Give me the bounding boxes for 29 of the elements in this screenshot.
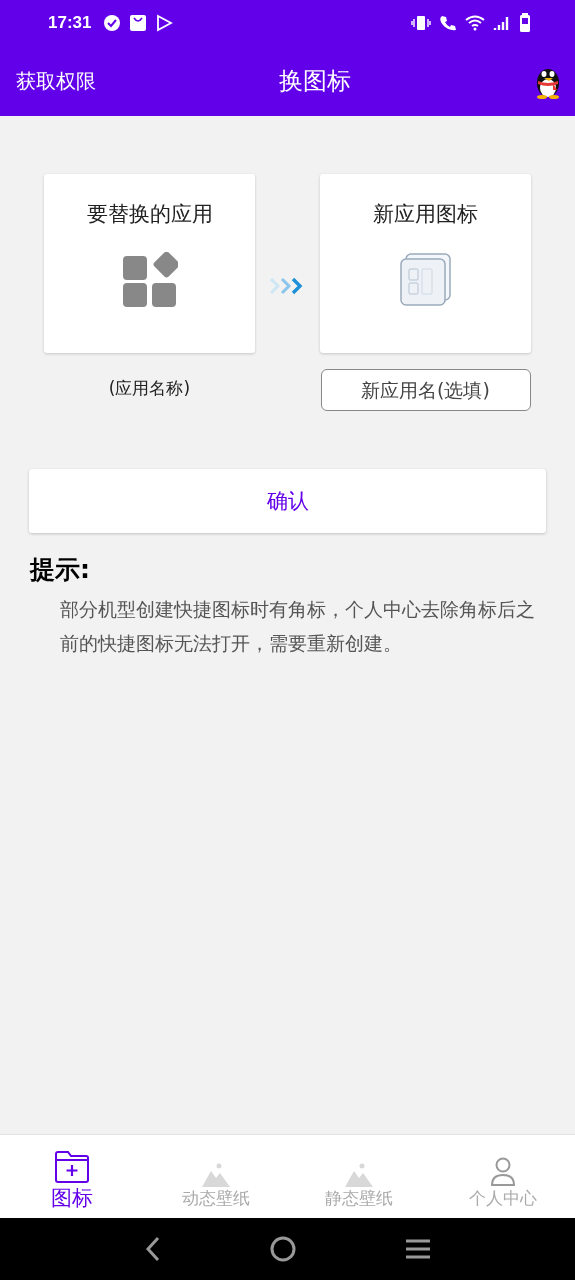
confirm-button[interactable]: 确认 bbox=[29, 469, 546, 533]
phone-icon bbox=[439, 14, 457, 32]
status-time: 17:31 bbox=[48, 13, 92, 33]
menu-icon[interactable] bbox=[403, 1238, 432, 1260]
mountain-icon bbox=[200, 1163, 231, 1187]
battery-icon bbox=[519, 13, 531, 33]
new-app-name-field[interactable]: 新应用名(选填) bbox=[320, 369, 531, 411]
nav-tab[interactable]: 图标 bbox=[0, 1135, 144, 1218]
app-grid-icon bbox=[121, 252, 178, 308]
folder-plus-icon bbox=[53, 1150, 90, 1184]
hint-text: 部分机型创建快捷图标时有角标，个人中心去除角标后之前的快捷图标无法打开，需要重新创建。 bbox=[60, 597, 536, 656]
check-icon bbox=[103, 14, 122, 32]
hint-title: 提示: bbox=[30, 554, 91, 586]
mountain-icon bbox=[344, 1163, 375, 1187]
card-title: 新应用图标 bbox=[373, 201, 478, 228]
home-icon[interactable] bbox=[269, 1235, 298, 1263]
person-icon bbox=[489, 1157, 518, 1187]
wifi-icon bbox=[465, 15, 485, 31]
get-permission-button[interactable]: 获取权限 bbox=[16, 67, 96, 95]
play-icon bbox=[155, 14, 174, 32]
source-app-card[interactable]: 要替换的应用 bbox=[44, 174, 255, 353]
vibrate-icon bbox=[411, 15, 431, 31]
app-name-caption: (应用名称) bbox=[108, 377, 191, 400]
page-title: 换图标 bbox=[278, 66, 351, 97]
new-icon-card[interactable]: 新应用图标 bbox=[320, 174, 531, 353]
card-title: 要替换的应用 bbox=[86, 201, 213, 228]
signal-icon bbox=[493, 15, 511, 31]
shopping-bag-icon bbox=[129, 14, 148, 32]
stacked-window-icon bbox=[397, 252, 454, 308]
